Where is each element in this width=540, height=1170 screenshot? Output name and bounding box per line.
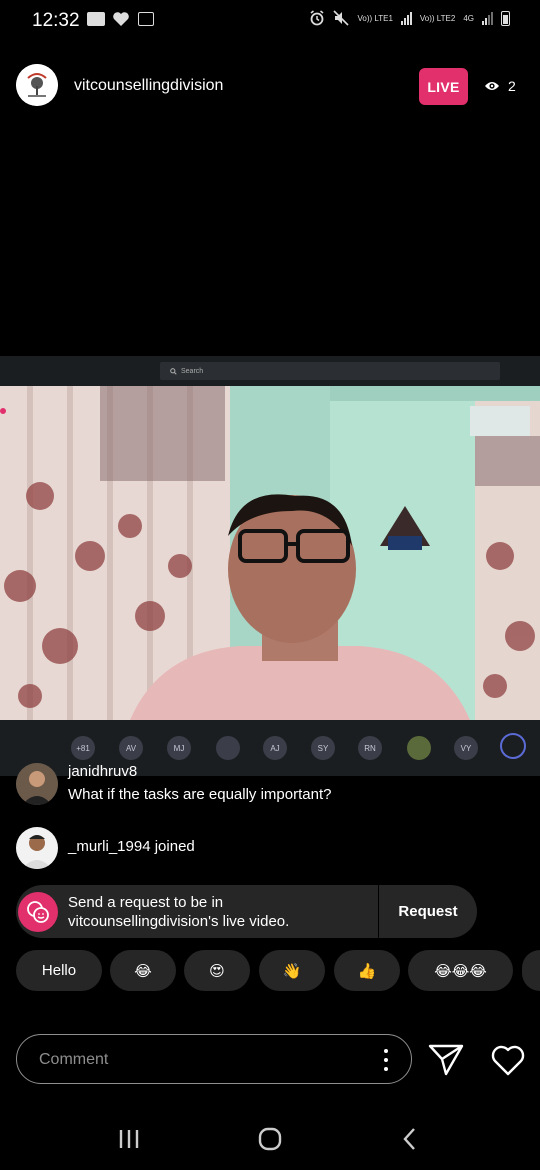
back-icon[interactable]	[400, 1127, 420, 1151]
channel-name[interactable]: vitcounsellingdivision	[74, 77, 223, 95]
channel-avatar[interactable]	[16, 64, 58, 106]
home-icon[interactable]	[257, 1127, 283, 1151]
meeting-search-bar: Search	[160, 362, 500, 380]
comment-text: What if the tasks are equally important?	[68, 786, 332, 803]
wifi-notification-icon	[138, 12, 154, 26]
live-badge: LIVE	[419, 68, 468, 105]
join-request-line2: vitcounsellingdivision's live video.	[68, 912, 290, 930]
join-request-text: Send a request to be in vitcounsellingdi…	[68, 893, 378, 931]
quick-reply-hello[interactable]: Hello	[16, 950, 102, 991]
participant-avatar: RN	[358, 736, 382, 760]
quick-reply-heart-eyes[interactable]: 😍	[184, 950, 250, 991]
comment-avatar[interactable]	[16, 763, 58, 805]
health-notification-icon	[113, 12, 129, 26]
send-icon[interactable]	[428, 1044, 464, 1076]
participants-more-indicator: +81	[71, 736, 95, 760]
sim1-label: Vo)) LTE1	[357, 13, 393, 23]
participant-avatar	[407, 736, 431, 760]
system-nav-bar	[0, 1110, 540, 1170]
sim1-signal-icon	[400, 11, 412, 25]
request-button[interactable]: Request	[379, 903, 477, 920]
participant-avatar: AV	[119, 736, 143, 760]
comment-box	[16, 1034, 412, 1085]
user-photo-icon	[16, 763, 58, 805]
search-icon	[170, 367, 177, 375]
viewer-count[interactable]: 2	[484, 78, 516, 94]
participant-avatar	[216, 736, 240, 760]
quick-reply-wave[interactable]: 👋	[259, 950, 325, 991]
quick-reply-thumbs-up[interactable]: 👍	[334, 950, 400, 991]
join-request-icon	[18, 891, 58, 932]
news-notification-icon	[87, 12, 105, 26]
quick-reply-overflow[interactable]	[522, 950, 540, 991]
network-type-label: 4G	[463, 13, 474, 23]
eye-icon	[485, 82, 499, 90]
comment-input[interactable]	[37, 1035, 361, 1085]
more-options-icon[interactable]	[383, 1049, 389, 1071]
faces-icon	[27, 900, 49, 923]
self-view-ring	[500, 733, 526, 759]
quick-reply-triple-laugh[interactable]: 😂😂😂	[408, 950, 513, 991]
join-request-bar: Send a request to be in vitcounsellingdi…	[16, 885, 477, 938]
viewer-count-value: 2	[508, 78, 516, 94]
heart-icon[interactable]	[490, 1045, 526, 1077]
video-frame	[0, 386, 540, 720]
participant-avatar: VY	[454, 736, 478, 760]
recent-apps-icon[interactable]	[118, 1128, 140, 1150]
comment-username[interactable]: janidhruv8	[68, 763, 137, 780]
status-time: 12:32	[32, 10, 80, 31]
join-notice: _murli_1994 joined	[68, 838, 195, 855]
channel-logo-icon	[16, 64, 58, 106]
sim2-label: Vo)) LTE2	[419, 13, 456, 23]
live-video[interactable]: Search +81 AV MJ AJ SY RN VY	[0, 356, 540, 776]
mute-icon	[333, 10, 350, 26]
participant-avatar: SY	[311, 736, 335, 760]
participant-avatar: AJ	[263, 736, 287, 760]
join-request-line1: Send a request to be in	[68, 893, 224, 911]
status-icons: Vo)) LTE1 Vo)) LTE2 4G	[309, 10, 510, 26]
participant-avatar: MJ	[167, 736, 191, 760]
battery-icon	[501, 10, 510, 26]
meeting-search-label: Search	[181, 367, 204, 375]
user-photo-icon	[16, 827, 58, 869]
sim2-signal-icon	[482, 11, 493, 25]
alarm-icon	[310, 10, 324, 26]
quick-reply-laugh[interactable]: 😂	[110, 950, 176, 991]
comment-avatar[interactable]	[16, 827, 58, 869]
